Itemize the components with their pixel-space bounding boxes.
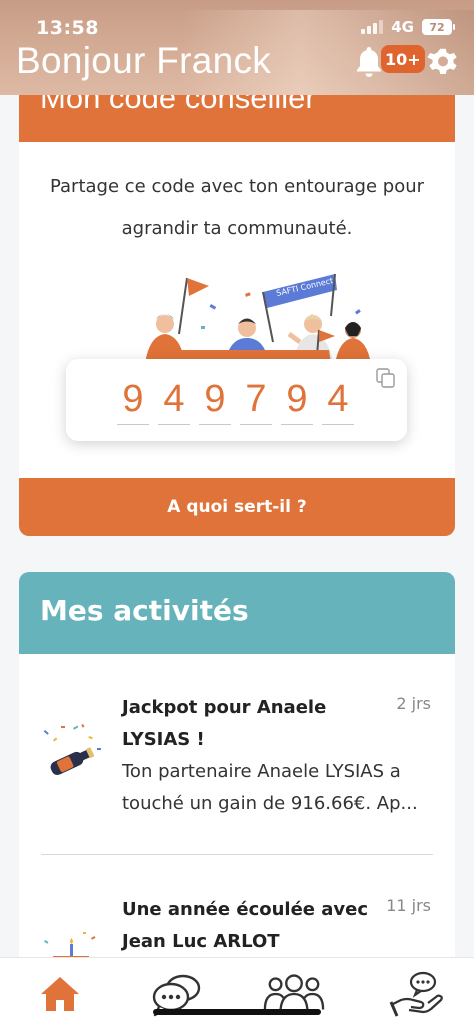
greeting-title: Bonjour Franck bbox=[16, 40, 272, 81]
champagne-icon bbox=[43, 724, 101, 775]
home-icon bbox=[41, 977, 79, 1011]
code-digit: 9 bbox=[199, 377, 231, 425]
activity-time: 11 jrs bbox=[386, 896, 431, 915]
app-header: 13:58 4G 72 Bonjour Franck 10+ bbox=[0, 0, 474, 95]
bottom-tab-bar bbox=[0, 957, 474, 1026]
code-digit: 7 bbox=[240, 377, 272, 425]
battery-icon: 72 bbox=[422, 19, 455, 35]
community-illustration: SAFTI Connect bbox=[145, 273, 371, 364]
activities-title: Mes activités bbox=[19, 572, 455, 654]
activity-body-line2: touché un gain de 916.66€. Ap... bbox=[122, 793, 418, 814]
copy-icon[interactable] bbox=[375, 367, 397, 389]
code-digits: 9 4 9 7 9 4 bbox=[117, 377, 354, 425]
signal-icon bbox=[361, 20, 384, 34]
activity-time: 2 jrs bbox=[396, 694, 431, 713]
home-indicator bbox=[153, 1009, 321, 1015]
activity-item[interactable]: Jackpot pour Anaele LYSIAS ! Ton partena… bbox=[19, 654, 455, 854]
code-digit: 9 bbox=[281, 377, 313, 425]
what-is-it-for-button[interactable]: A quoi sert-il ? bbox=[19, 478, 455, 536]
gear-icon[interactable] bbox=[425, 43, 461, 79]
notification-badge[interactable]: 10+ bbox=[381, 45, 425, 73]
tab-home[interactable] bbox=[28, 968, 92, 1020]
activity-title: Jackpot pour Anaele LYSIAS ! bbox=[122, 692, 382, 756]
activity-title-line1: Une année écoulée avec bbox=[122, 899, 369, 920]
status-indicators: 4G 72 bbox=[361, 18, 455, 36]
activity-item[interactable]: Une année écoulée avec Jean Luc ARLOT 11… bbox=[19, 854, 455, 972]
activities-card: Mes activités Jackpot pour Anaele LYSIAS… bbox=[19, 572, 455, 972]
tab-support[interactable] bbox=[385, 968, 449, 1020]
referral-code-card: Mon code conseiller Partage ce code avec… bbox=[19, 70, 455, 536]
status-time: 13:58 bbox=[36, 17, 99, 39]
activity-title-line2: LYSIAS ! bbox=[122, 729, 205, 750]
code-intro-line2: agrandir ta communauté. bbox=[121, 218, 353, 239]
code-digit: 4 bbox=[322, 377, 354, 425]
code-intro-text: Partage ce code avec ton entourage pour … bbox=[19, 166, 455, 250]
activity-title-line2: Jean Luc ARLOT bbox=[122, 931, 280, 952]
code-digit: 9 bbox=[117, 377, 149, 425]
support-hand-icon bbox=[389, 971, 443, 1017]
activity-title: Une année écoulée avec Jean Luc ARLOT bbox=[122, 894, 382, 958]
code-intro-line1: Partage ce code avec ton entourage pour bbox=[49, 176, 425, 197]
network-type: 4G bbox=[391, 18, 414, 36]
activity-body: Ton partenaire Anaele LYSIAS a touché un… bbox=[122, 756, 427, 820]
code-display-box: 9 4 9 7 9 4 bbox=[66, 359, 407, 441]
activity-body-line1: Ton partenaire Anaele LYSIAS a bbox=[122, 761, 401, 782]
activity-title-line1: Jackpot pour Anaele bbox=[122, 697, 327, 718]
code-digit: 4 bbox=[158, 377, 190, 425]
